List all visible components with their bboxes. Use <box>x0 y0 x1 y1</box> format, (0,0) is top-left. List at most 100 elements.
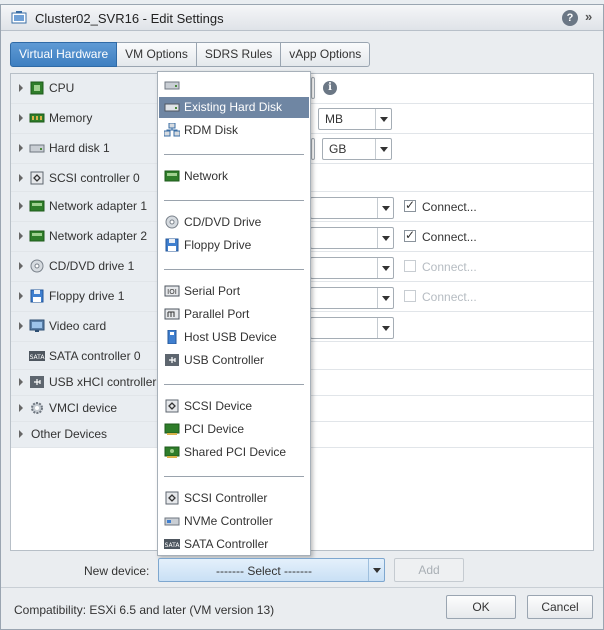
hw-label: CPU <box>49 81 75 95</box>
menu-item-label: Existing Hard Disk <box>184 100 283 114</box>
tab-vapp-options[interactable]: vApp Options <box>281 42 371 67</box>
menu-item-label: Parallel Port <box>184 307 250 321</box>
tab-sdrs-rules[interactable]: SDRS Rules <box>196 42 282 67</box>
menu-item-network[interactable]: Network <box>159 166 309 187</box>
hw-label-cell: SATA SATA controller 0 <box>11 342 159 369</box>
connect-checkbox-network-2[interactable] <box>404 228 416 242</box>
menu-item-existing-hard-disk[interactable]: Existing Hard Disk <box>159 97 309 118</box>
connect-checkbox-floppy[interactable] <box>404 290 416 302</box>
svg-text:SATA: SATA <box>165 542 180 549</box>
host-usb-icon <box>167 330 177 344</box>
menu-item-label: Serial Port <box>184 284 241 298</box>
menu-item-floppy-drive[interactable]: Floppy Drive <box>159 235 309 256</box>
connect-label: Connect... <box>422 260 477 274</box>
compatibility-text: Compatibility: ESXi 6.5 and later (VM ve… <box>14 603 275 617</box>
floppy-select[interactable] <box>310 287 394 309</box>
hw-label-cell: Network adapter 1 <box>11 192 159 221</box>
info-icon[interactable]: i <box>323 81 337 95</box>
sata-icon: SATA <box>164 539 180 549</box>
shared-pci-icon <box>164 446 180 458</box>
expand-caret-icon[interactable] <box>19 322 23 330</box>
menu-item-label: RDM Disk <box>184 123 238 137</box>
svg-text:SATA: SATA <box>30 354 45 361</box>
network-2-select[interactable] <box>310 227 394 249</box>
expand-caret-icon[interactable] <box>19 144 23 152</box>
hw-label-cell: VMCI device <box>11 396 159 421</box>
hw-label: Network adapter 2 <box>49 229 148 243</box>
rdm-disk-icon <box>164 123 180 137</box>
hard-disk-icon <box>29 144 45 153</box>
disk-unit-select[interactable]: GB <box>322 138 392 160</box>
menu-item-rdm-disk[interactable]: RDM Disk <box>159 120 309 141</box>
chevron-down-icon[interactable] <box>375 109 391 129</box>
dialog-titlebar[interactable]: Cluster02_SVR16 - Edit Settings ? » <box>1 5 603 31</box>
video-card-select[interactable] <box>310 317 394 339</box>
connect-checkbox-network-1[interactable] <box>404 198 416 212</box>
menu-item-label: Floppy Drive <box>184 238 252 252</box>
menu-item-nvme-controller[interactable]: NVMe Controller <box>159 511 309 532</box>
tab-virtual-hardware[interactable]: Virtual Hardware <box>10 42 118 67</box>
menu-item-label: Network <box>184 169 229 183</box>
menu-item-new-hard-disk[interactable] <box>159 75 309 96</box>
menu-item-label: SCSI Controller <box>184 491 268 505</box>
connect-label: Connect... <box>422 230 477 244</box>
menu-item-pci-device[interactable]: PCI Device <box>159 419 309 440</box>
expand-caret-icon[interactable] <box>19 114 23 122</box>
hw-label: Memory <box>49 111 93 125</box>
menu-item-host-usb-device[interactable]: Host USB Device <box>159 327 309 348</box>
menu-item-label: SATA Controller <box>184 537 269 551</box>
add-button[interactable]: Add <box>394 558 464 582</box>
svg-text:IOI: IOI <box>167 288 177 296</box>
menu-item-usb-controller[interactable]: USB Controller <box>159 350 309 371</box>
expand-caret-icon[interactable] <box>19 378 23 386</box>
chevron-down-icon[interactable] <box>377 228 393 248</box>
connect-checkbox-cd-dvd[interactable] <box>404 260 416 272</box>
menu-separator <box>164 269 304 270</box>
ok-button[interactable]: OK <box>446 595 516 619</box>
expand-caret-icon[interactable] <box>19 202 23 210</box>
chevron-down-icon[interactable] <box>377 318 393 338</box>
menu-item-shared-pci-device[interactable]: Shared PCI Device <box>159 442 309 463</box>
new-device-select-value: ------- Select ------- <box>216 564 312 578</box>
footer-divider <box>1 587 603 588</box>
menu-item-serial-port[interactable]: IOI Serial Port <box>159 281 309 302</box>
pci-device-icon <box>164 423 180 435</box>
menu-item-label: SCSI Device <box>184 399 253 413</box>
chevron-down-icon[interactable] <box>377 258 393 278</box>
cancel-button[interactable]: Cancel <box>527 595 593 619</box>
tab-vm-options[interactable]: VM Options <box>117 42 197 67</box>
expand-caret-icon[interactable] <box>19 430 23 438</box>
memory-unit-select[interactable]: MB <box>318 108 392 130</box>
menu-item-label: Shared PCI Device <box>184 445 287 459</box>
new-device-select[interactable]: ------- Select ------- <box>158 558 385 582</box>
hw-label: SATA controller 0 <box>49 349 141 363</box>
menu-item-scsi-controller[interactable]: SCSI Controller <box>159 488 309 509</box>
cd-dvd-select[interactable] <box>310 257 394 279</box>
network-1-select[interactable] <box>310 197 394 219</box>
scsi-controller-icon <box>30 171 44 185</box>
expand-icon[interactable]: » <box>585 9 592 24</box>
menu-item-cd-dvd-drive[interactable]: CD/DVD Drive <box>159 212 309 233</box>
expand-caret-icon[interactable] <box>19 262 23 270</box>
expand-caret-icon[interactable] <box>19 404 23 412</box>
video-card-icon <box>29 319 45 332</box>
expand-caret-icon[interactable] <box>19 84 23 92</box>
menu-item-parallel-port[interactable]: Parallel Port <box>159 304 309 325</box>
expand-caret-icon[interactable] <box>19 232 23 240</box>
chevron-down-icon[interactable] <box>375 139 391 159</box>
serial-port-icon: IOI <box>164 285 180 297</box>
menu-item-sata-controller[interactable]: SATA SATA Controller <box>159 534 309 555</box>
floppy-icon <box>30 289 44 303</box>
chevron-down-icon[interactable] <box>377 288 393 308</box>
chevron-down-icon[interactable] <box>377 198 393 218</box>
usb-icon <box>165 354 179 366</box>
chevron-down-icon[interactable] <box>368 559 384 581</box>
expand-caret-icon[interactable] <box>19 174 23 182</box>
hard-disk-icon <box>164 103 180 112</box>
menu-item-scsi-device[interactable]: SCSI Device <box>159 396 309 417</box>
network-adapter-icon <box>29 200 45 212</box>
hard-disk-icon <box>164 81 180 90</box>
hw-label: VMCI device <box>49 401 118 415</box>
expand-caret-icon[interactable] <box>19 292 23 300</box>
help-icon[interactable]: ? <box>562 10 578 26</box>
